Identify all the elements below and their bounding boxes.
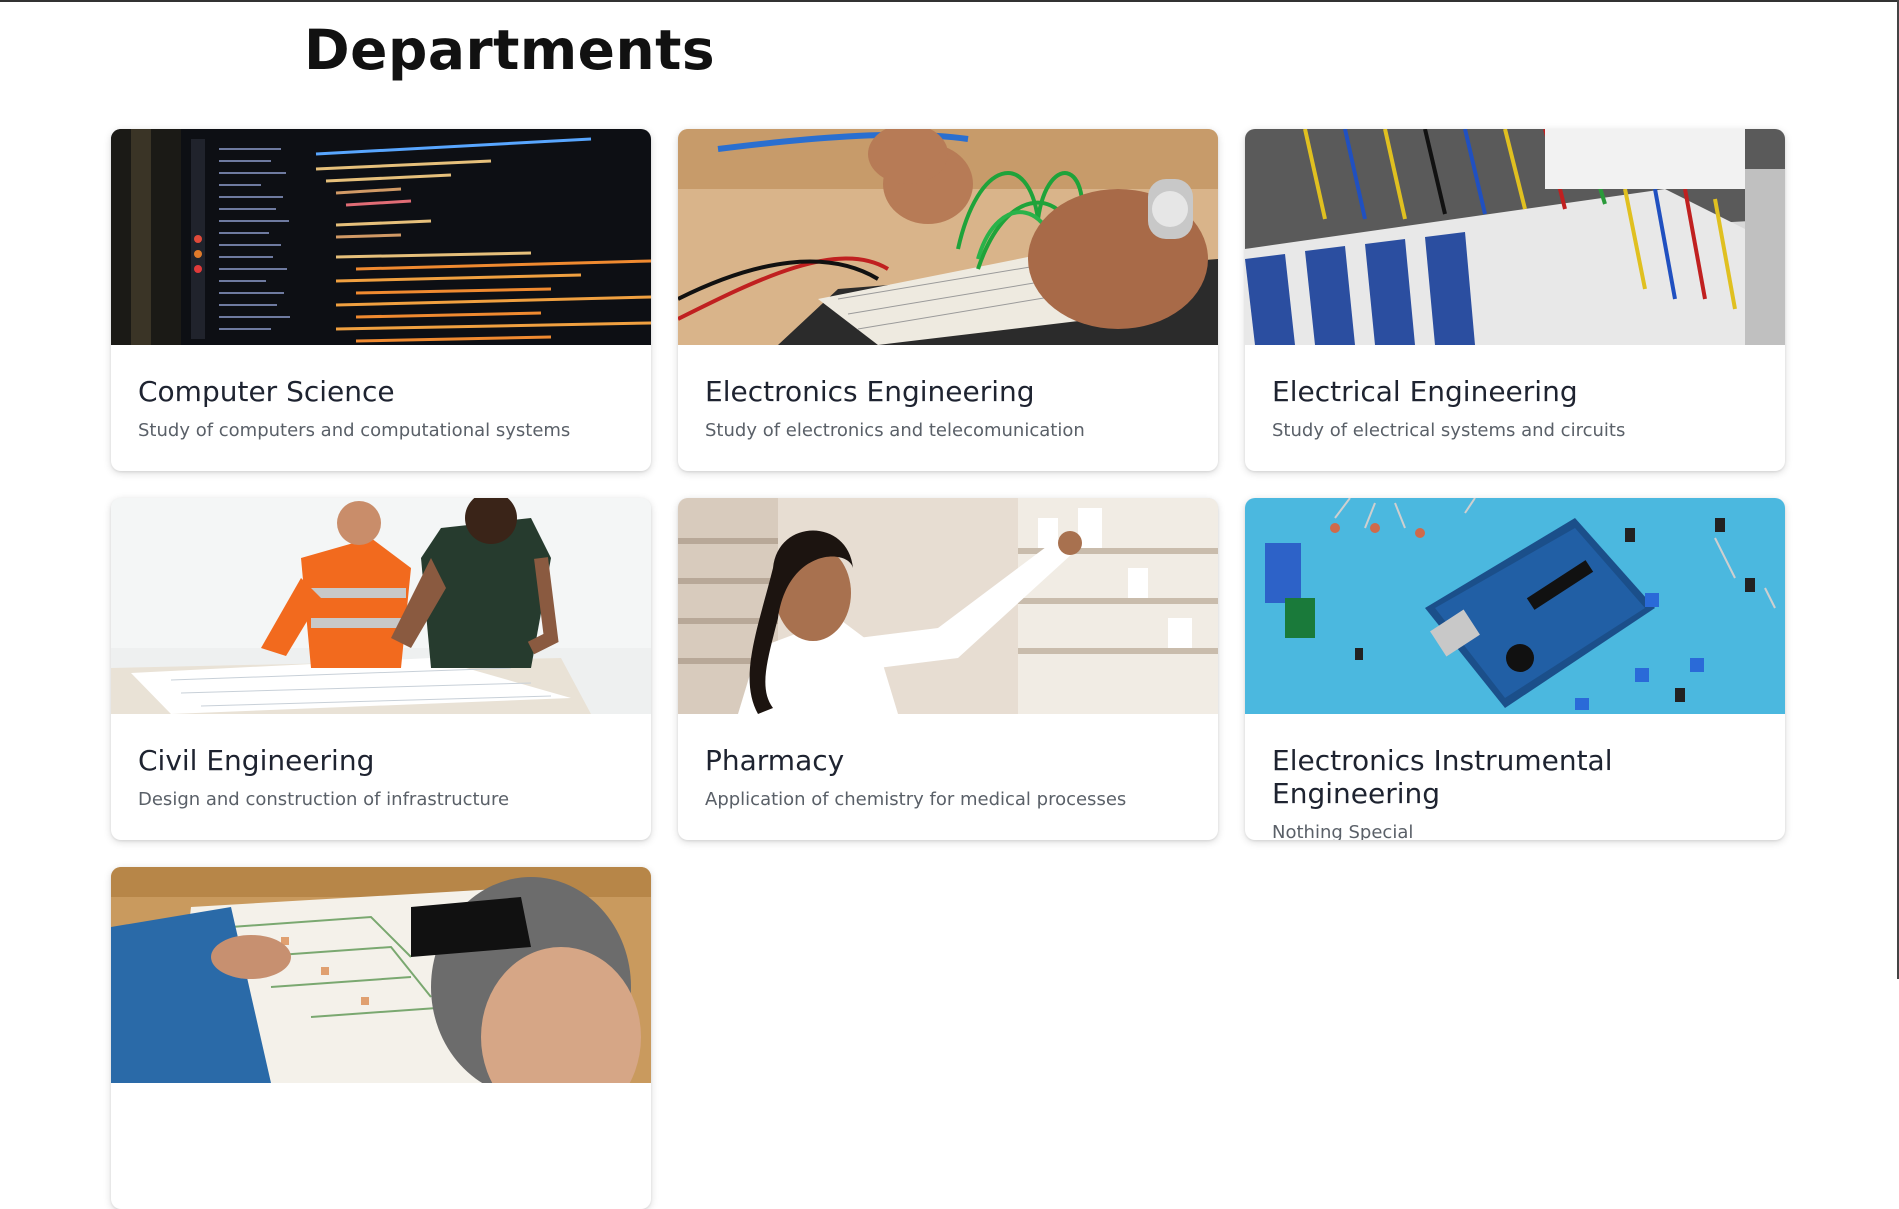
departments-grid: Computer Science Study of computers and … <box>111 129 1785 1209</box>
window-top-border <box>0 0 1899 2</box>
card-description: Study of electrical systems and circuits <box>1272 420 1626 441</box>
department-card-electronics-engineering[interactable]: Electronics Engineering Study of electro… <box>678 129 1218 471</box>
page-title: Departments <box>304 18 716 82</box>
card-title: Civil Engineering <box>138 744 375 777</box>
card-title: Electronics Instrumental Engineering <box>1272 744 1613 810</box>
department-card-pharmacy[interactable]: Pharmacy Application of chemistry for me… <box>678 498 1218 840</box>
card-description: Nothing Special <box>1272 822 1414 840</box>
card-description: Study of electronics and telecomunicatio… <box>705 420 1085 441</box>
card-title: Electronics Engineering <box>705 375 1035 408</box>
card-title: Computer Science <box>138 375 395 408</box>
department-card-electrical-engineering[interactable]: Electrical Engineering Study of electric… <box>1245 129 1785 471</box>
card-description: Design and construction of infrastructur… <box>138 789 510 810</box>
department-card-electronics-instrumental-engineering[interactable]: Electronics Instrumental Engineering Not… <box>1245 498 1785 840</box>
card-title: Pharmacy <box>705 744 845 777</box>
pharmacist-shelves-photo <box>678 498 1218 714</box>
card-title: Electrical Engineering <box>1272 375 1578 408</box>
code-editor-photo <box>111 129 651 345</box>
breadboard-wiring-photo <box>678 129 1218 345</box>
blueprint-review-photo <box>111 498 651 714</box>
department-card-civil-engineering[interactable]: Civil Engineering Design and constructio… <box>111 498 651 840</box>
card-description: Application of chemistry for medical pro… <box>705 789 1127 810</box>
map-planning-photo <box>111 867 651 1083</box>
department-card-computer-science[interactable]: Computer Science Study of computers and … <box>111 129 651 471</box>
arduino-board-photo <box>1245 498 1785 714</box>
electrical-panel-photo <box>1245 129 1785 345</box>
department-card-partial[interactable] <box>111 867 651 1209</box>
card-description: Study of computers and computational sys… <box>138 420 571 441</box>
